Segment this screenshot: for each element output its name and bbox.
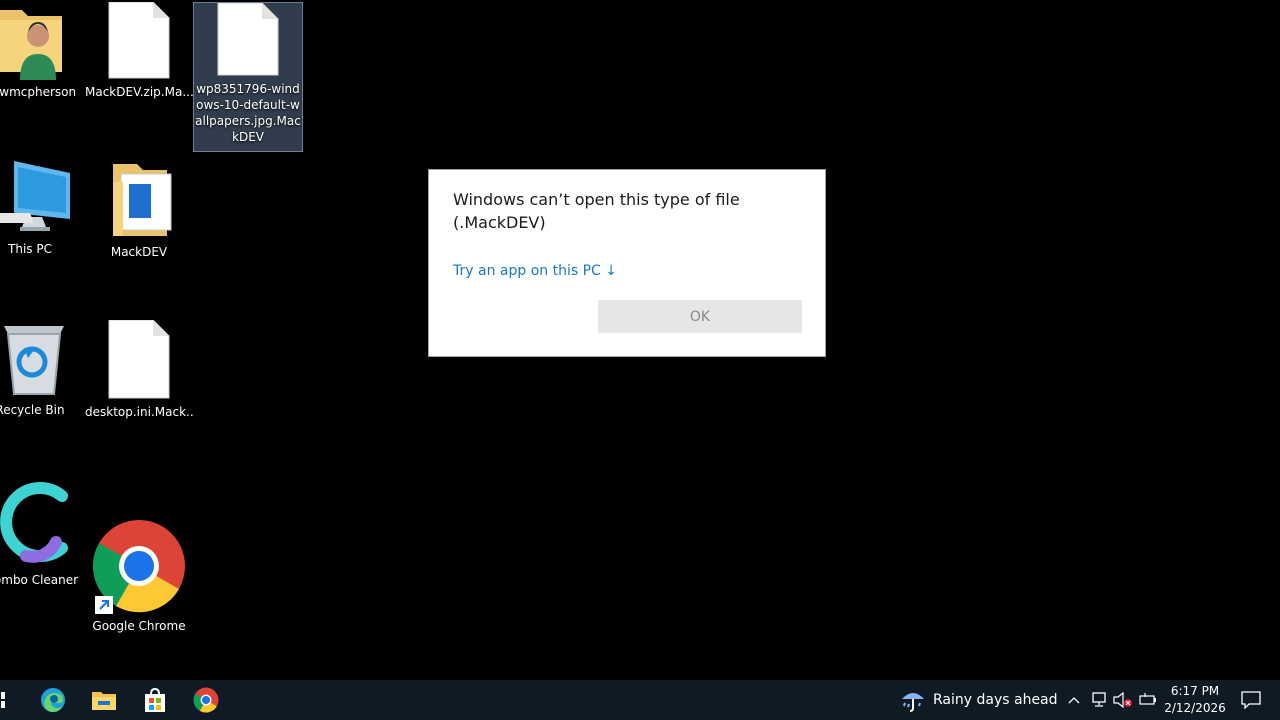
action-center-button[interactable] [1238, 680, 1264, 720]
chevron-up-icon [1068, 697, 1080, 704]
desktop-icon-this-pc[interactable]: This PC [0, 157, 84, 257]
desktop-icon-label: Google Chrome [92, 619, 186, 633]
desktop-icon-user-folder[interactable]: irewmcpherson [0, 2, 84, 100]
show-hidden-icons-button[interactable] [1064, 680, 1084, 720]
file-explorer-icon [92, 692, 116, 710]
desktop-icon-label: MackDEV.zip.Ma... [85, 85, 193, 99]
desktop-icon-label: MackDEV [110, 245, 168, 259]
ok-button[interactable]: OK [598, 300, 802, 333]
desktop-icon-desktop-ini[interactable]: desktop.ini.Mack... [85, 320, 193, 420]
chrome-icon [92, 520, 185, 614]
desktop-icon-label: ombo Cleaner [0, 573, 79, 587]
taskbar-store[interactable] [135, 680, 175, 720]
system-clock[interactable]: 6:17 PM 2/12/2026 [1160, 683, 1230, 717]
weather-text[interactable]: Rainy days ahead [933, 692, 1058, 708]
edge-icon [41, 688, 65, 712]
file-icon [217, 3, 279, 76]
desktop-icon-label: wp8351796-windows-10-default-wallpapers.… [195, 82, 301, 144]
volume-control[interactable] [1112, 680, 1134, 720]
desktop-icon-label: desktop.ini.Mack... [85, 405, 193, 419]
folder-icon [113, 164, 172, 236]
desktop-icon-label: Recycle Bin [0, 403, 65, 417]
desktop-icon-combo-cleaner[interactable]: ombo Cleaner [0, 476, 90, 588]
start-button[interactable] [0, 680, 14, 720]
open-with-dialog: Windows can’t open this type of file (.M… [428, 169, 826, 357]
battery-status[interactable] [1137, 680, 1159, 720]
network-status[interactable] [1088, 680, 1110, 720]
network-icon [1092, 692, 1106, 707]
chrome-icon [193, 687, 219, 713]
desktop-icon-wallpaper-file[interactable]: wp8351796-windows-10-default-wallpapers.… [193, 2, 303, 152]
clock-time: 6:17 PM [1170, 684, 1220, 698]
taskbar: Rainy days ahead 6:17 PM 2/12/2026 [0, 680, 1280, 720]
desktop-icon-mackdev-zip[interactable]: MackDEV.zip.Ma... [85, 2, 193, 100]
file-icon [108, 2, 170, 79]
store-icon [145, 688, 165, 712]
desktop-icon-recycle-bin[interactable]: Recycle Bin [0, 318, 84, 418]
desktop-icon-label: This PC [8, 242, 52, 256]
try-an-app-link[interactable]: Try an app on this PC ↓ [453, 263, 617, 279]
desktop-icon-google-chrome[interactable]: Google Chrome [85, 518, 193, 634]
recycle-bin-icon [4, 326, 64, 395]
notification-icon [1241, 691, 1261, 709]
volume-muted-icon [1113, 692, 1132, 708]
taskbar-file-explorer[interactable] [84, 680, 124, 720]
windows-start-icon [1, 692, 5, 708]
desktop-icon-mackdev-folder[interactable]: MackDEV [85, 160, 193, 260]
umbrella-rain-icon [902, 693, 924, 712]
dialog-message: Windows can’t open this type of file (.M… [453, 190, 740, 232]
clock-date: 2/12/2026 [1164, 701, 1226, 715]
taskbar-edge[interactable] [33, 680, 73, 720]
file-icon [108, 320, 170, 399]
taskbar-chrome[interactable] [186, 680, 226, 720]
computer-icon [0, 161, 70, 231]
combo-cleaner-icon [0, 482, 68, 563]
weather-widget[interactable] [898, 680, 928, 720]
user-folder-icon [0, 10, 62, 80]
desktop-icon-label: irewmcpherson [0, 85, 77, 99]
battery-icon [1139, 693, 1156, 705]
desktop: irewmcpherson This PC Recycle Bin ombo C… [0, 0, 1280, 680]
